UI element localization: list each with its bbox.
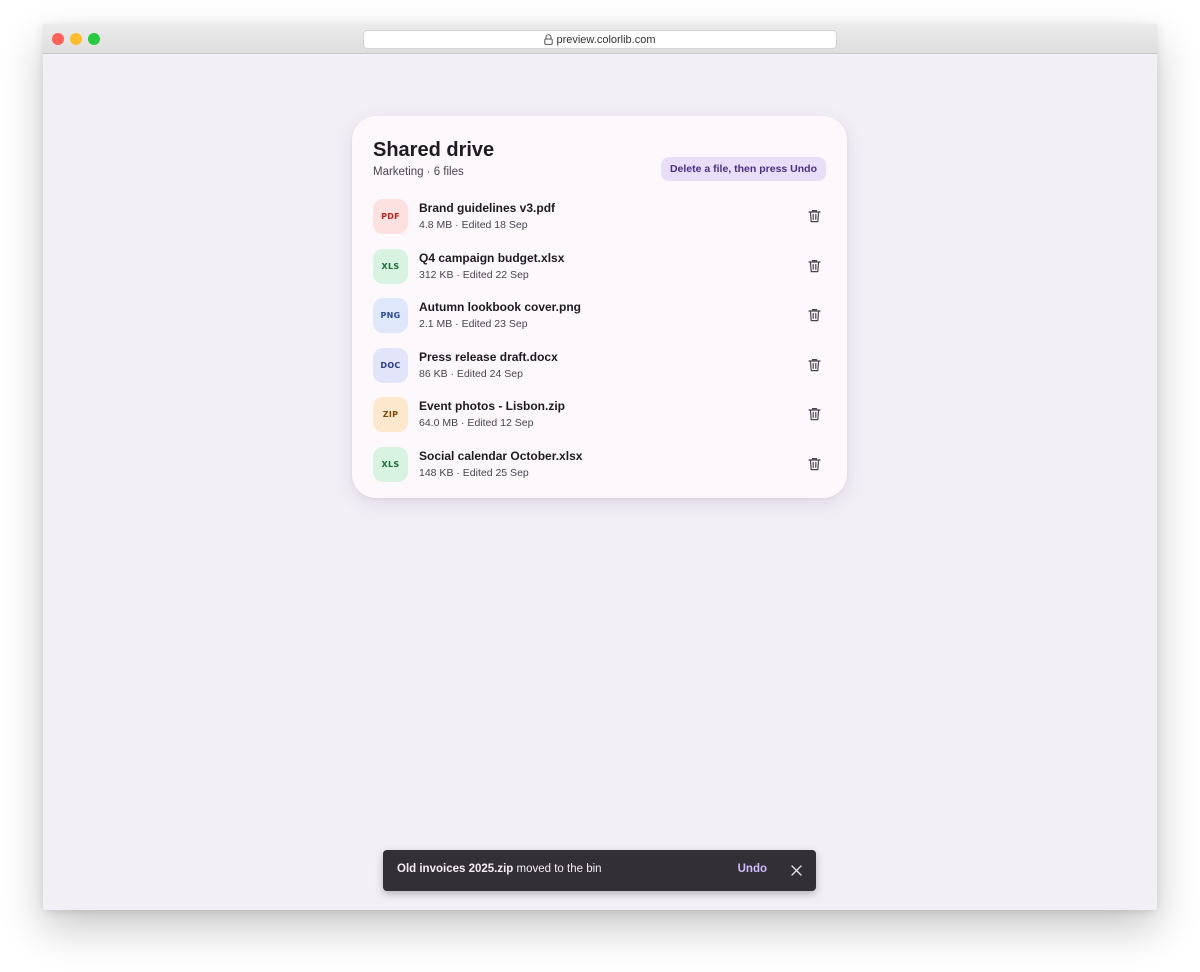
file-meta: 2.1 MB · Edited 23 Sep (419, 318, 528, 331)
file-row[interactable]: XLS Social calendar October.xlsx 148 KB · … (373, 446, 827, 497)
browser-window: preview.colorlib.com Shared drive Market… (43, 24, 1157, 910)
trash-icon-glyph (807, 309, 821, 322)
shared-drive-card: Shared drive Marketing · 6 files Delete … (352, 116, 847, 498)
trash-icon-glyph (807, 457, 821, 471)
file-name: Brand guidelines v3.pdf (419, 201, 556, 215)
page-title: Shared drive (373, 139, 495, 161)
page-subtitle: Marketing · 6 files (373, 166, 464, 178)
trash-icon-glyph (807, 259, 821, 272)
file-meta: 4.8 MB · Edited 18 Sep (419, 219, 528, 231)
trash-icon[interactable] (804, 404, 824, 424)
address-bar-url: preview.colorlib.com (556, 33, 656, 46)
trash-icon-glyph (807, 358, 821, 371)
file-list: PDF Brand guidelines v3.pdf 4.8 MB · Edite… (373, 199, 827, 497)
close-icon-glyph (791, 865, 802, 876)
file-meta: 86 KB · Edited 24 Sep (419, 367, 523, 380)
file-row[interactable]: XLS Q4 campaign budget.xlsx 312 KB · Edite… (373, 248, 827, 299)
file-row[interactable]: DOC Press release draft.docx 86 KB · Edite… (373, 347, 827, 398)
file-name: Press release draft.docx (419, 349, 558, 364)
minimize-window-button[interactable] (70, 33, 82, 45)
file-name: Social calendar October.xlsx (419, 448, 583, 463)
file-name: Event photos - Lisbon.zip (419, 399, 565, 414)
snackbar-message: Old invoices 2025.zip moved to the bin (397, 863, 602, 875)
trash-icon[interactable] (804, 305, 824, 325)
snackbar-message-text: moved to the bin (513, 863, 602, 875)
snackbar: Old invoices 2025.zip moved to the bin U… (383, 850, 816, 891)
close-window-button[interactable] (52, 33, 64, 45)
trash-icon-glyph (807, 210, 821, 223)
trash-icon[interactable] (804, 256, 824, 276)
maximize-window-button[interactable] (88, 33, 100, 45)
trash-icon-glyph (807, 408, 821, 421)
lock-icon (544, 34, 554, 45)
snackbar-filename: Old invoices 2025.zip (397, 863, 514, 875)
trash-icon[interactable] (804, 206, 824, 226)
file-name: Q4 campaign budget.xlsx (419, 250, 565, 265)
trash-icon[interactable] (804, 454, 824, 474)
file-meta: 148 KB · Edited 25 Sep (419, 466, 529, 479)
close-icon[interactable] (789, 863, 804, 878)
address-bar[interactable]: preview.colorlib.com (363, 30, 837, 49)
file-meta: 64.0 MB · Edited 12 Sep (419, 417, 534, 430)
file-type-badge: XLS (373, 248, 408, 284)
trash-icon[interactable] (804, 355, 824, 375)
file-type-badge: XLS (373, 446, 408, 482)
file-type-badge: DOC (373, 347, 408, 383)
file-type-badge: PDF (373, 199, 408, 234)
file-row[interactable]: ZIP Event photos - Lisbon.zip 64.0 MB · Ed… (373, 397, 827, 447)
undo-button[interactable]: Undo (738, 863, 767, 875)
browser-titlebar: preview.colorlib.com (43, 24, 1157, 54)
file-name: Autumn lookbook cover.png (419, 300, 582, 315)
hint-chip: Delete a file, then press Undo (660, 157, 826, 181)
file-row[interactable]: PDF Brand guidelines v3.pdf 4.8 MB · Edite… (373, 199, 827, 249)
file-type-badge: PNG (373, 298, 408, 334)
file-type-badge: ZIP (373, 397, 408, 433)
file-row[interactable]: PNG Autumn lookbook cover.png 2.1 MB · Edi… (373, 298, 827, 348)
file-meta: 312 KB · Edited 22 Sep (419, 268, 529, 281)
